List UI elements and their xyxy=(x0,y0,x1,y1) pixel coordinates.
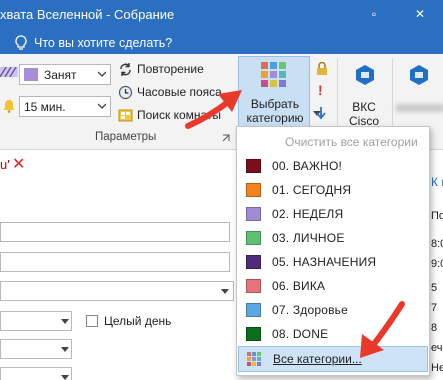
categorize-label-line2: категорию xyxy=(246,111,304,125)
dialog-launcher-icon[interactable] xyxy=(222,134,230,142)
close-window-button[interactable]: ✕ xyxy=(397,0,443,32)
close-icon: ✕ xyxy=(414,7,426,21)
category-item[interactable]: 03. ЛИЧНОЕ xyxy=(238,226,428,250)
category-label: 05. НАЗНАЧЕНИЯ xyxy=(272,255,377,269)
room-finder-button[interactable]: Поиск комнаты xyxy=(116,107,236,125)
category-swatch xyxy=(246,303,261,317)
lock-icon[interactable] xyxy=(316,62,328,76)
category-item[interactable]: 02. НЕДЕЛЯ xyxy=(238,202,428,226)
category-label: 00. ВАЖНО! xyxy=(272,159,343,173)
category-swatch xyxy=(246,327,261,341)
category-label: 06. ВИКА xyxy=(272,279,326,293)
chevron-down-icon xyxy=(221,289,229,294)
all-categories-label: Все категории... xyxy=(273,352,362,366)
globe-clock-icon xyxy=(118,85,133,100)
chevron-down-icon xyxy=(61,319,69,324)
category-label: 03. ЛИЧНОЕ xyxy=(272,231,345,245)
chevron-down-icon xyxy=(98,103,106,109)
fragment: Нет xyxy=(431,362,443,374)
category-swatch xyxy=(246,255,261,269)
location-field[interactable] xyxy=(0,252,230,272)
category-swatch xyxy=(246,183,261,197)
allday-checkbox[interactable] xyxy=(86,315,98,327)
all-categories-item[interactable]: Все категории... xyxy=(238,346,428,372)
fragment: 7 xyxy=(431,302,438,314)
fragment: ечер xyxy=(431,342,443,354)
categorize-label-line1: Выбрать xyxy=(250,97,300,111)
category-label: 07. Здоровье xyxy=(272,303,348,317)
end-date-field[interactable] xyxy=(0,339,72,359)
category-item[interactable]: 01. СЕГОДНЯ xyxy=(238,178,428,202)
fragment: 8 xyxy=(431,322,438,334)
skype-meeting-button[interactable] xyxy=(396,60,443,128)
restore-icon: ▫ xyxy=(371,7,377,21)
fragment: 5 xyxy=(431,282,438,294)
fragment: К п xyxy=(431,175,443,189)
window-title: хвата Вселенной - Собрание xyxy=(0,7,175,22)
category-swatch xyxy=(246,279,261,293)
clear-all-categories-item[interactable]: Очистить все категории xyxy=(285,135,418,149)
skype-icon xyxy=(410,65,428,85)
recurrence-icon xyxy=(120,63,131,76)
categories-menu: Очистить все категории 00. ВАЖНО! 01. СЕ… xyxy=(236,126,430,376)
high-importance-icon[interactable]: ! xyxy=(318,82,323,98)
chevron-down-icon xyxy=(98,71,106,77)
blurred-label xyxy=(396,104,443,112)
timezones-label: Часовые пояса xyxy=(137,85,222,99)
room-finder-icon xyxy=(118,109,133,122)
skype-cisco-button[interactable]: ВКС Cisco xyxy=(342,60,386,128)
category-item[interactable]: 06. ВИКА xyxy=(238,274,428,298)
right-pane-fragments: К п Пол 8:0 9:0 5 7 8 ечер Нет xyxy=(431,161,443,380)
allday-label: Целый день xyxy=(104,314,172,328)
category-item[interactable]: 05. НАЗНАЧЕНИЯ xyxy=(238,250,428,274)
title-bar: хвата Вселенной - Собрание ▫ ✕ xyxy=(0,0,443,32)
fragment: 9:0 xyxy=(431,258,443,270)
show-as-value: Занят xyxy=(44,68,77,82)
categorize-icon xyxy=(261,62,287,87)
all-categories-icon xyxy=(247,352,262,367)
room-finder-label: Поиск комнаты xyxy=(137,108,222,122)
reminder-value: 15 мин. xyxy=(24,100,66,114)
location-select[interactable] xyxy=(0,281,234,301)
fragment: 8:0 xyxy=(431,238,443,250)
start-date-field[interactable] xyxy=(0,311,72,331)
options-group-label: Параметры xyxy=(95,131,157,143)
timezones-button[interactable]: Часовые пояса xyxy=(116,84,236,102)
reminder-select[interactable]: 15 мин. xyxy=(19,96,111,117)
recurrence-label: Повторение xyxy=(137,62,204,76)
error-x-icon: ✕ xyxy=(12,156,26,173)
recurrence-button[interactable]: Повторение xyxy=(116,61,236,79)
bell-icon xyxy=(3,99,15,113)
lightbulb-icon xyxy=(15,35,27,50)
skype-icon xyxy=(356,65,374,85)
fragment: Пол xyxy=(431,210,443,222)
category-item[interactable]: 00. ВАЖНО! xyxy=(238,154,428,178)
category-swatch xyxy=(246,207,261,221)
chevron-down-icon xyxy=(61,375,69,380)
show-as-select[interactable]: Занят xyxy=(19,64,111,85)
category-swatch xyxy=(246,231,261,245)
category-label: 02. НЕДЕЛЯ xyxy=(272,207,344,221)
category-label: 01. СЕГОДНЯ xyxy=(272,183,352,197)
category-swatch xyxy=(246,159,261,173)
show-as-pattern-icon xyxy=(0,66,18,78)
end-time-field[interactable] xyxy=(0,367,72,380)
fragment-text: u' xyxy=(0,157,10,172)
category-item[interactable]: 08. DONE xyxy=(238,322,428,346)
low-importance-icon[interactable] xyxy=(316,106,326,120)
tell-me-bar[interactable]: Что вы хотите сделать? xyxy=(0,32,443,54)
category-item[interactable]: 07. Здоровье xyxy=(238,298,428,322)
category-label: 08. DONE xyxy=(272,327,329,341)
restore-button[interactable]: ▫ xyxy=(351,0,397,32)
skype-label-line1: ВКС xyxy=(352,100,376,114)
tell-me-text: Что вы хотите сделать? xyxy=(34,36,173,50)
categorize-button[interactable]: Выбрать категорию xyxy=(238,56,310,128)
busy-swatch xyxy=(24,68,38,81)
chevron-down-icon xyxy=(61,347,69,352)
subject-field[interactable] xyxy=(0,222,230,242)
